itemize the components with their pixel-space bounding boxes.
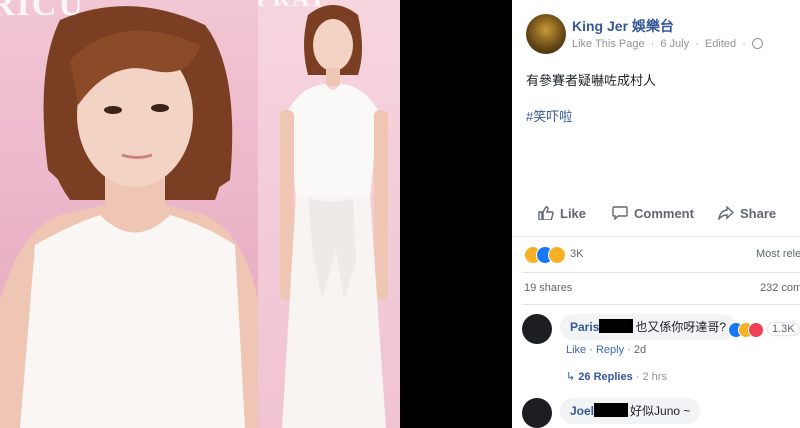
- most-relevant-dropdown[interactable]: Most rele: [756, 248, 800, 260]
- comment-bubble: Joel 好似Juno ~: [560, 398, 701, 424]
- redaction-bar: [599, 319, 634, 333]
- woman-fullbody-illustration: [280, 5, 388, 428]
- share-arrow-icon: [718, 206, 734, 220]
- share-button[interactable]: Share: [718, 206, 776, 221]
- meta-separator: ·: [695, 38, 699, 50]
- photo-right-fullbody: PRAT: [258, 0, 400, 428]
- share-label: Share: [740, 206, 777, 221]
- facebook-post-panel: King Jer 娛樂台 Like This Page · 6 July · E…: [512, 0, 800, 428]
- like-button[interactable]: Like: [538, 206, 586, 221]
- commenter-avatar[interactable]: [522, 398, 552, 428]
- love-reaction-icon: [748, 322, 764, 338]
- comment-reply-link[interactable]: Reply: [596, 344, 624, 356]
- hashtag-link[interactable]: #笑吓啦: [526, 106, 572, 125]
- wow-reaction-icon: [548, 246, 566, 264]
- comment-author-link[interactable]: Paris: [570, 320, 599, 334]
- comments-count-link[interactable]: 232 com: [760, 282, 800, 294]
- post-photo[interactable]: RICU PRAT: [0, 0, 512, 428]
- meta-separator: ·: [635, 371, 643, 383]
- view-replies[interactable]: ↳ 26 Replies · 2 hrs: [566, 370, 667, 383]
- reply-arrow-icon: ↳: [566, 371, 579, 383]
- comment-button[interactable]: Comment: [612, 206, 694, 221]
- page-name-link[interactable]: King Jer 娛樂台: [572, 16, 674, 36]
- like-page-link[interactable]: Like This Page: [572, 38, 645, 50]
- replies-count-link[interactable]: 26 Replies: [578, 371, 632, 383]
- meta-separator: ·: [627, 344, 634, 356]
- post-text: 有參賽者疑嚇咗成村人: [526, 73, 657, 88]
- comment-bubble: Paris 也又係你呀達哥?: [560, 314, 737, 340]
- comment-actions: Like · Reply · 2d: [566, 344, 646, 356]
- replies-time: 2 hrs: [642, 371, 667, 383]
- comment-label: Comment: [634, 206, 694, 221]
- comment-author-link[interactable]: Joel: [570, 404, 594, 418]
- divider: [522, 272, 800, 273]
- commenter-avatar[interactable]: [522, 314, 552, 344]
- photo-left-closeup: RICU: [0, 0, 258, 428]
- like-label: Like: [560, 206, 587, 221]
- comment-text: 也又係你呀達哥?: [635, 320, 727, 334]
- meta-separator: ·: [742, 38, 746, 50]
- photo-letterbox: [400, 0, 512, 428]
- globe-icon: [751, 38, 763, 49]
- post-actions-bar: Like Comment Share: [512, 196, 800, 237]
- shares-count-link[interactable]: 19 shares: [524, 282, 572, 294]
- backdrop-text: RICU: [0, 0, 85, 23]
- divider: [522, 304, 800, 305]
- thumbs-up-icon: [538, 206, 554, 220]
- page-avatar[interactable]: [526, 14, 566, 54]
- edited-label[interactable]: Edited: [705, 38, 736, 50]
- comment-text: 好似Juno ~: [630, 404, 691, 418]
- woman-closeup-illustration: [0, 6, 258, 428]
- post-meta: Like This Page · 6 July · Edited ·: [572, 38, 766, 50]
- comment-reaction-count: 1.3K: [768, 323, 799, 335]
- comment-icon: [612, 206, 628, 220]
- redaction-bar: [594, 403, 629, 417]
- backdrop-text-right: PRAT: [258, 0, 328, 13]
- meta-separator: ·: [589, 344, 596, 356]
- comment-time[interactable]: 2d: [634, 344, 646, 356]
- comment-like-link[interactable]: Like: [566, 344, 586, 356]
- post-date[interactable]: 6 July: [660, 38, 689, 50]
- reaction-count: 3K: [570, 248, 584, 260]
- meta-separator: ·: [650, 38, 655, 50]
